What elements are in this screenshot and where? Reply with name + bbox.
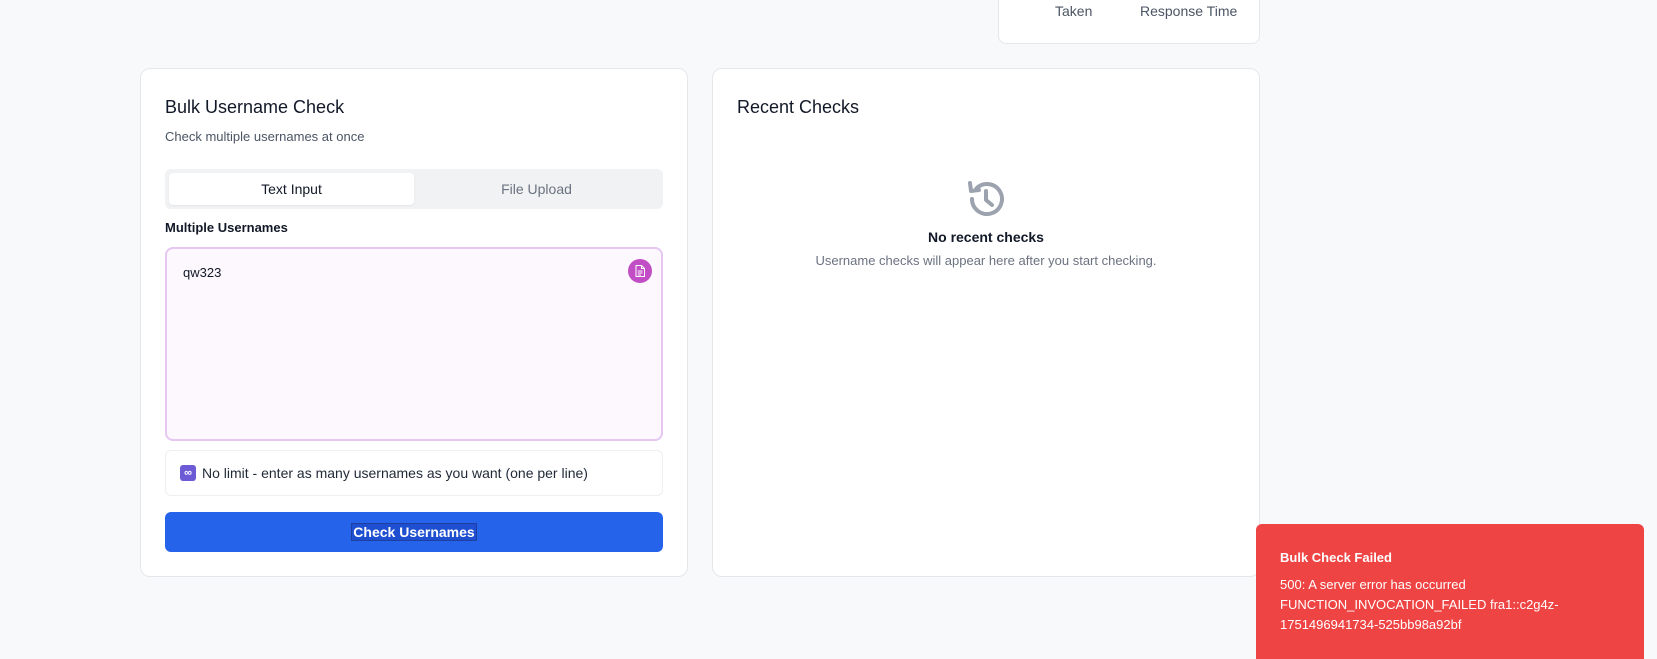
check-usernames-label: Check Usernames [351,523,477,541]
empty-state: No recent checks Username checks will ap… [713,177,1259,268]
page: Taken Response Time Bulk Username Check … [0,0,1657,659]
error-toast[interactable]: Bulk Check Failed 500: A server error ha… [1256,524,1644,659]
bulk-check-card: Bulk Username Check Check multiple usern… [140,68,688,577]
toast-message-line: FUNCTION_INVOCATION_FAILED fra1::c2g4z- [1280,597,1559,612]
tab-file-upload[interactable]: File Upload [414,173,659,205]
stats-card: Taken Response Time [998,0,1260,44]
usernames-field-label: Multiple Usernames [165,220,288,235]
recent-checks-card: Recent Checks No recent checks Username … [712,68,1260,577]
history-icon [968,181,1004,216]
infinity-icon: ∞ [180,465,196,481]
limit-note-text: No limit - enter as many usernames as yo… [202,465,588,481]
recent-checks-title: Recent Checks [737,97,860,117]
stat-response-time-label: Response Time [1140,3,1238,19]
toast-message: 500: A server error has occurred FUNCTIO… [1280,575,1620,635]
bulk-check-subtitle: Check multiple usernames at once [165,129,365,144]
empty-state-description: Username checks will appear here after y… [815,253,1157,268]
stat-taken-label: Taken [1055,3,1093,19]
bulk-check-title: Bulk Username Check [165,97,345,117]
toast-message-line: 500: A server error has occurred [1280,577,1466,592]
limit-note: ∞ No limit - enter as many usernames as … [165,450,663,496]
usernames-textarea-wrapper: qw323 [165,247,663,441]
toast-title: Bulk Check Failed [1280,550,1392,565]
toast-message-line: 1751496941734-525bb98a92bf [1280,617,1462,632]
check-usernames-button[interactable]: Check Usernames [165,512,663,552]
tab-text-input[interactable]: Text Input [169,173,414,205]
input-mode-tabs: Text Input File Upload [165,169,663,209]
empty-state-title: No recent checks [928,229,1044,245]
usernames-textarea[interactable]: qw323 [167,249,661,439]
file-icon[interactable] [628,259,652,283]
